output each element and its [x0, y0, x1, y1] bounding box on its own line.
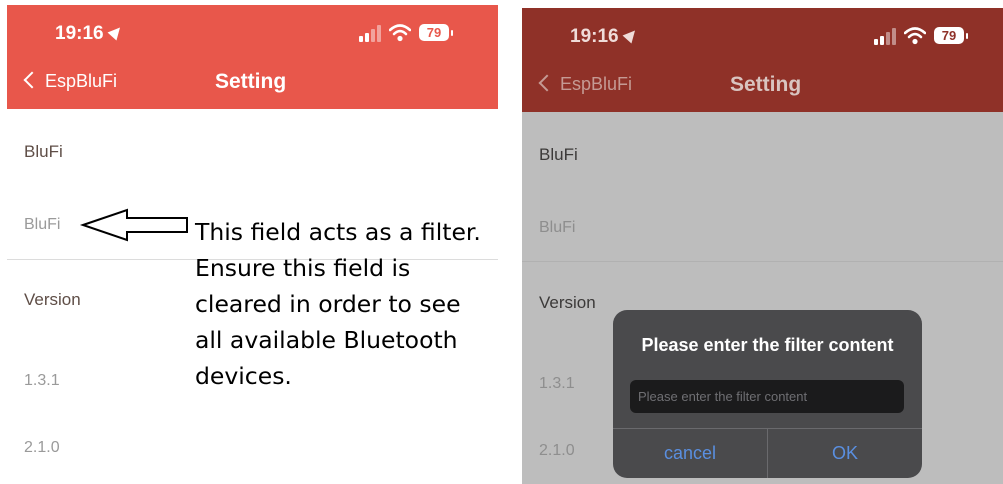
location-arrow-icon [107, 23, 125, 41]
chevron-left-icon [538, 74, 556, 92]
blufi-filter-field: BluFi [539, 219, 576, 236]
page-title: Setting [730, 73, 802, 96]
status-time-text: 19:16 [55, 23, 104, 44]
app-version-value: 1.3.1 [24, 372, 60, 389]
cellular-signal-icon [874, 27, 898, 45]
blufi-version-value: 2.1.0 [24, 439, 60, 456]
page-title: Setting [215, 70, 287, 93]
battery-level: 79 [941, 28, 957, 43]
back-button: EspBluFi [560, 74, 633, 94]
chevron-left-icon[interactable] [23, 71, 41, 89]
navigation-bar-dimmed: 19:16 79 EspBluFi Setting [522, 8, 1003, 112]
section-divider [522, 261, 1003, 262]
version-section-header: Version [539, 293, 596, 312]
blufi-section-header: BluFi [24, 142, 63, 161]
filter-input[interactable] [630, 380, 904, 413]
filter-dialog: Please enter the filter content cancel O… [613, 310, 922, 478]
battery-icon: 79 [934, 27, 964, 44]
navigation-bar: 19:16 79 EspBluFi Setting [7, 5, 498, 109]
blufi-version-value: 2.1.0 [539, 442, 575, 459]
filter-input-container [630, 380, 904, 413]
battery-tip [451, 30, 453, 36]
dialog-title: Please enter the filter content [641, 335, 894, 355]
location-arrow-icon [622, 26, 640, 44]
app-version-value: 1.3.1 [539, 375, 575, 392]
blufi-section-header: BluFi [539, 145, 578, 164]
battery-level: 79 [426, 25, 442, 40]
status-time: 19:16 [55, 23, 125, 45]
ok-button[interactable]: OK [768, 429, 922, 478]
cancel-button[interactable]: cancel [613, 429, 767, 478]
back-button[interactable]: EspBluFi [45, 71, 117, 92]
cellular-signal-icon [359, 24, 383, 42]
battery-tip [966, 33, 968, 39]
battery-icon: 79 [419, 24, 449, 41]
status-time: 19:16 [570, 26, 640, 48]
settings-screen: 19:16 79 EspBluFi Setting BluFi BluFi Ve… [7, 5, 498, 484]
blufi-filter-field[interactable]: BluFi [24, 216, 60, 234]
arrow-pointer-icon [79, 208, 188, 242]
wifi-icon [389, 24, 411, 42]
wifi-icon [904, 27, 926, 45]
annotation-text: This field acts as a filter. Ensure this… [195, 218, 481, 390]
status-time-text: 19:16 [570, 26, 619, 47]
version-section-header: Version [24, 290, 81, 309]
settings-screen-with-dialog: 19:16 79 EspBluFi Setting BluFi BluFi Ve… [522, 8, 1003, 484]
